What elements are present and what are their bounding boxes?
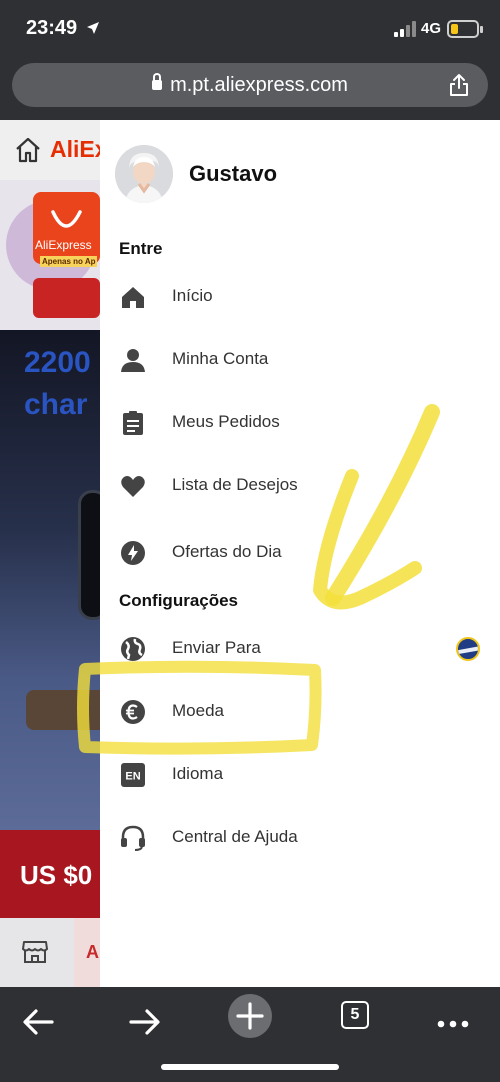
menu-item-moeda[interactable]: Moeda <box>100 684 500 738</box>
back-arrow-icon[interactable] <box>14 997 64 1047</box>
menu-item-label: Minha Conta <box>172 349 269 368</box>
new-tab-icon[interactable] <box>225 991 275 1041</box>
home-outline-icon <box>16 137 40 163</box>
menu-item-lista-desejos[interactable]: Lista de Desejos <box>100 458 500 512</box>
share-icon[interactable] <box>448 73 470 97</box>
price-bar: US $0 <box>0 830 100 918</box>
menu-item-meus-pedidos[interactable]: Meus Pedidos <box>100 395 500 449</box>
headset-icon <box>121 825 145 851</box>
battery-icon <box>447 20 483 38</box>
status-time: 23:49 <box>26 17 78 39</box>
promo-button <box>33 278 100 318</box>
heart-icon <box>121 476 145 497</box>
menu-item-label: Central de Ajuda <box>172 827 298 846</box>
menu-item-label: Início <box>172 286 213 305</box>
browser-bar: m.pt.aliexpress.com <box>0 58 500 120</box>
status-bar: 23:49 4G <box>0 0 500 58</box>
background-bottom-nav: A <box>0 918 100 987</box>
menu-item-central-ajuda[interactable]: Central de Ajuda <box>100 810 500 864</box>
app-promo: AliExpress Apenas no Ap <box>0 180 100 330</box>
hero-text-2: char <box>24 388 88 421</box>
lock-icon <box>152 73 163 90</box>
menu-item-ofertas-dia[interactable]: Ofertas do Dia <box>100 525 500 579</box>
product-strap <box>26 690 100 730</box>
tabs-button[interactable]: 5 <box>341 1001 369 1029</box>
more-menu-icon[interactable] <box>428 997 478 1047</box>
section-title-settings: Configurações <box>119 591 239 610</box>
user-profile[interactable]: Gustavo <box>100 120 500 228</box>
location-arrow-icon <box>87 22 99 34</box>
clipboard-icon <box>123 411 143 435</box>
hero-text-1: 2200 <box>24 346 91 379</box>
signal-icon <box>394 21 416 37</box>
menu-item-label: Lista de Desejos <box>172 475 298 494</box>
person-icon <box>121 349 145 372</box>
hero-banner: 2200 char <box>0 330 100 830</box>
app-icon <box>33 192 100 264</box>
menu-item-minha-conta[interactable]: Minha Conta <box>100 332 500 386</box>
store-icon <box>22 941 48 963</box>
menu-item-label: Enviar Para <box>172 638 261 657</box>
address-bar[interactable]: m.pt.aliexpress.com <box>12 63 488 107</box>
product-device <box>78 490 100 620</box>
menu-item-label: Meus Pedidos <box>172 412 280 431</box>
flash-icon <box>121 541 145 565</box>
section-title-enter: Entre <box>119 239 163 258</box>
app-label: AliExpress <box>35 238 92 252</box>
background-page: AliEx AliExpress Apenas no Ap 2200 char U… <box>0 120 100 987</box>
euro-icon <box>121 700 145 724</box>
brand-logo-text: AliEx <box>50 136 100 162</box>
url-text: m.pt.aliexpress.com <box>170 74 348 96</box>
menu-item-idioma[interactable]: EN Idioma <box>100 747 500 801</box>
menu-item-label: Idioma <box>172 764 224 783</box>
brazil-flag-icon <box>456 637 480 661</box>
menu-item-inicio[interactable]: Início <box>100 269 500 323</box>
language-en-icon: EN <box>121 763 145 787</box>
menu-item-label: Moeda <box>172 701 224 720</box>
tab-partial-label: A <box>86 942 99 962</box>
forward-arrow-icon[interactable] <box>119 997 169 1047</box>
home-icon <box>122 287 144 308</box>
svg-text:EN: EN <box>125 771 140 783</box>
menu-item-label: Ofertas do Dia <box>172 542 282 561</box>
menu-item-enviar-para[interactable]: Enviar Para <box>100 621 500 675</box>
side-drawer: Gustavo Entre Início Minha Conta Meus Pe… <box>100 120 500 987</box>
browser-toolbar: 5 <box>0 987 500 1082</box>
background-header: AliEx <box>0 120 100 180</box>
username: Gustavo <box>189 161 278 186</box>
app-sublabel: Apenas no Ap <box>40 256 98 267</box>
network-type: 4G <box>421 20 442 37</box>
globe-icon <box>121 637 145 661</box>
avatar <box>115 145 173 203</box>
home-indicator[interactable] <box>161 1064 339 1070</box>
price-text: US $0 <box>20 860 93 890</box>
